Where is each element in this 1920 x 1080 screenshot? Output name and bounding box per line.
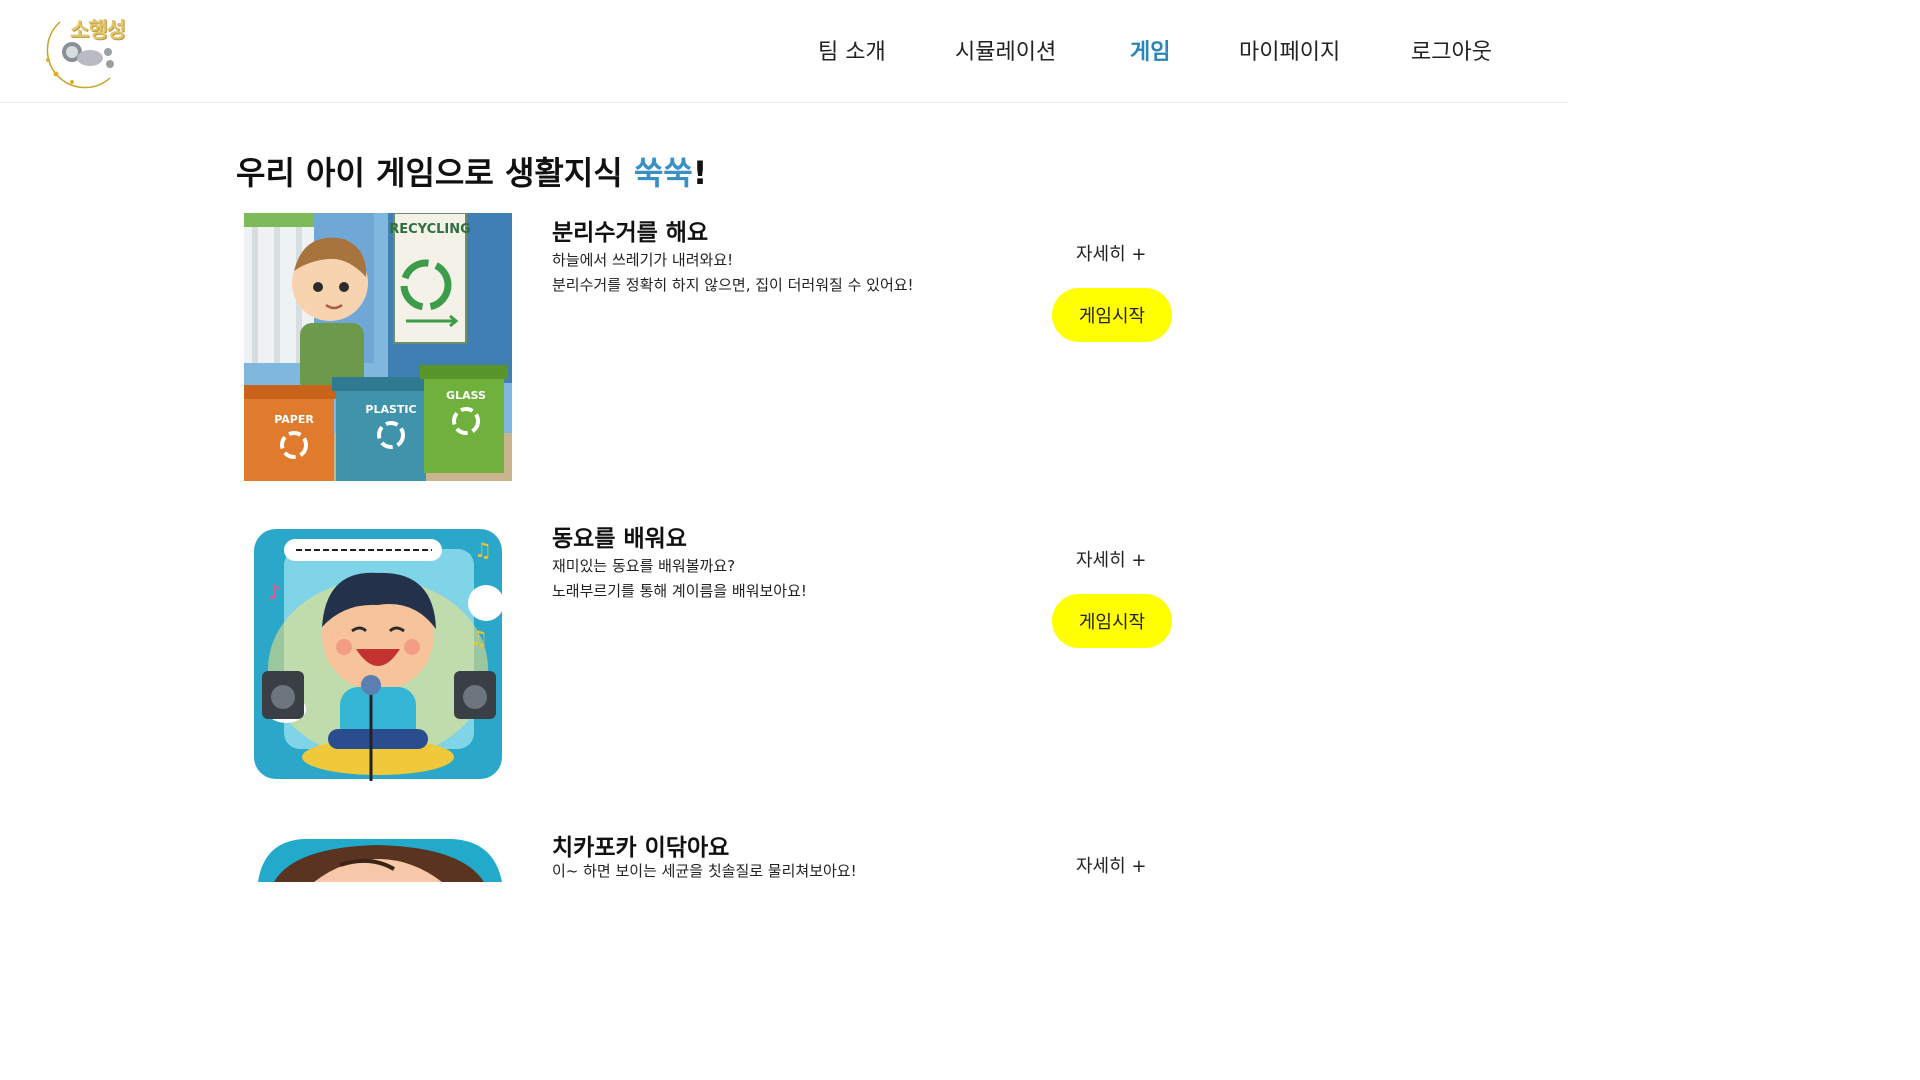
game-title: 분리수거를 해요	[552, 220, 709, 246]
nav-team-intro[interactable]: 팀 소개	[818, 34, 886, 66]
start-game-button[interactable]: 게임시작	[1052, 594, 1172, 648]
recycling-game-image: RECYCLING PAPER PLASTIC GLASS	[244, 213, 512, 481]
page-title-main: 우리 아이 게임으로 생활지식	[236, 154, 634, 192]
recycling-sign-text: RECYCLING	[389, 222, 471, 237]
nav-mypage[interactable]: 마이페이지	[1239, 34, 1340, 66]
game-description-line2: 분리수거를 정확히 하지 않으면, 집이 더러워질 수 있어요!	[552, 276, 914, 294]
detail-link[interactable]: 자세히 +	[1076, 546, 1146, 572]
songs-game-image: ♫ ♪ ♫	[244, 519, 512, 787]
game-description-line1: 하늘에서 쓰레기가 내려와요!	[552, 251, 734, 269]
detail-link[interactable]: 자세히 +	[1076, 240, 1146, 266]
nav-simulation[interactable]: 시뮬레이션	[955, 34, 1056, 66]
game-description-line1: 이~ 하면 보이는 세균을 칫솔질로 물리쳐보아요!	[552, 862, 857, 880]
music-note-icon-2: ♪	[268, 580, 281, 604]
bin-plastic-label: PLASTIC	[365, 403, 416, 416]
game-title: 동요를 배워요	[552, 526, 687, 552]
game-card-songs: ♫ ♪ ♫ 동요를 배워요 재미있는 동요를 배워볼까요? 노래부르기를 통해 …	[0, 519, 1568, 799]
page-title: 우리 아이 게임으로 생활지식 쑥쑥!	[236, 148, 707, 194]
game-card-recycling: RECYCLING PAPER PLASTIC GLASS 분리수거를 해요 하…	[0, 213, 1568, 493]
detail-link[interactable]: 자세히 +	[1076, 852, 1146, 878]
bin-paper-label: PAPER	[274, 413, 314, 426]
game-title: 치카포카 이닦아요	[552, 835, 730, 861]
site-header: 소행성 팀 소개 시뮬레이션 게임 마이페이지 로그아웃	[0, 0, 1568, 103]
nav-logout[interactable]: 로그아웃	[1411, 34, 1492, 66]
game-card-brushing: 치카포카 이닦아요 이~ 하면 보이는 세균을 칫솔질로 물리쳐보아요! 자세히…	[0, 825, 1568, 882]
nav-game[interactable]: 게임	[1130, 34, 1170, 66]
brushing-game-image	[244, 825, 512, 882]
page-title-accent: 쑥쑥	[633, 154, 693, 192]
music-note-icon: ♫	[474, 538, 492, 562]
game-description-line2: 노래부르기를 통해 계이름을 배워보아요!	[552, 582, 807, 600]
start-game-button[interactable]: 게임시작	[1052, 288, 1172, 342]
main-nav: 팀 소개 시뮬레이션 게임 마이페이지 로그아웃	[0, 34, 1568, 70]
music-note-icon-3: ♫	[470, 626, 488, 650]
page-title-end: !	[692, 154, 708, 192]
bin-glass-label: GLASS	[446, 389, 486, 402]
game-description-line1: 재미있는 동요를 배워볼까요?	[552, 557, 736, 575]
